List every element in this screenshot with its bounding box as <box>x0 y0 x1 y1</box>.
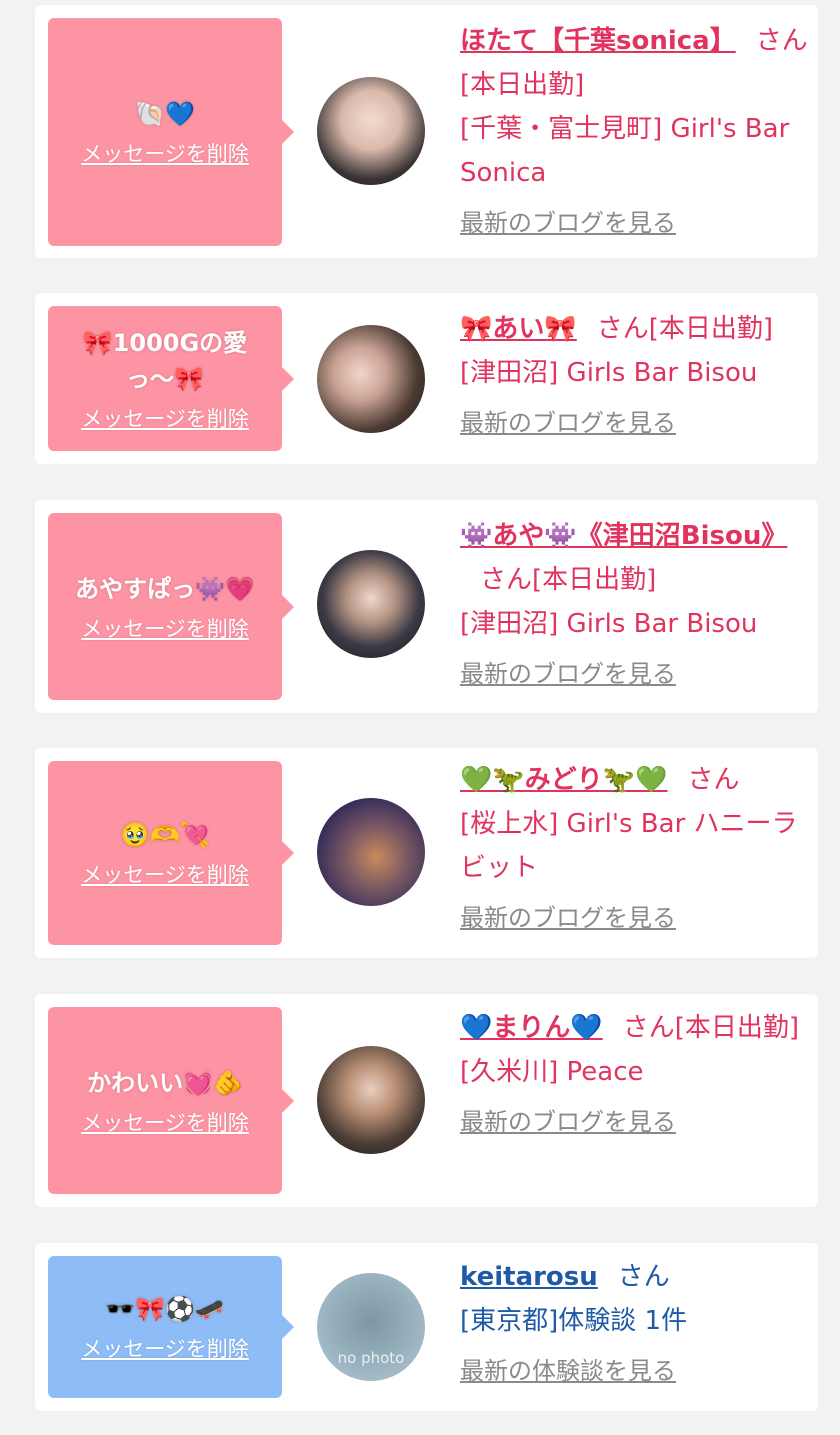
avatar[interactable] <box>317 798 425 906</box>
sender-info: keitarosu さん [東京都]体験談 1件 最新の体験談を見る <box>460 1255 810 1393</box>
latest-blog-link[interactable]: 最新のブログを見る <box>460 896 810 940</box>
message-card: かわいい💓🫵 メッセージを削除 💙まりん💙 さん[本日出勤] [久米川] Peac… <box>35 994 818 1207</box>
avatar[interactable] <box>317 77 425 185</box>
message-text: かわいい💓🫵 <box>87 1068 243 1097</box>
delete-message-link[interactable]: メッセージを削除 <box>81 859 249 889</box>
delete-message-link[interactable]: メッセージを削除 <box>81 1107 249 1137</box>
sender-suffix: さん <box>617 1262 670 1292</box>
shop-info: [桜上水] Girl's Bar ハニーラビット <box>460 809 798 883</box>
message-card: 🎀1000Gの愛っ〜🎀 メッセージを削除 🎀あい🎀 さん[本日出勤] [津田沼] … <box>35 293 818 464</box>
delete-message-link[interactable]: メッセージを削除 <box>81 613 249 643</box>
sender-suffix: さん[本日出勤] <box>596 314 774 344</box>
shop-info: [津田沼] Girls Bar Bisou <box>460 358 758 388</box>
sender-name-link[interactable]: keitarosu <box>460 1262 598 1292</box>
avatar[interactable]: no photo <box>317 1273 425 1381</box>
latest-blog-link[interactable]: 最新のブログを見る <box>460 1100 810 1144</box>
message-card: 🕶️🎀⚽🛹 メッセージを削除 no photo keitarosu さん [東京都… <box>35 1243 818 1411</box>
sender-name-link[interactable]: 👾あや👾《津田沼Bisou》 <box>460 521 787 551</box>
message-bubble: 🎀1000Gの愛っ〜🎀 メッセージを削除 <box>48 306 294 451</box>
message-text: 🕶️🎀⚽🛹 <box>105 1295 225 1323</box>
message-bubble: あやすぱっ👾💗 メッセージを削除 <box>48 513 294 700</box>
delete-message-link[interactable]: メッセージを削除 <box>81 403 249 433</box>
message-text: 🥹🫶💘 <box>120 821 210 849</box>
sender-suffix: さん[本日出勤] <box>480 565 657 595</box>
latest-blog-link[interactable]: 最新のブログを見る <box>460 201 810 245</box>
sender-info: ほたて【千葉sonica】 さん[本日出勤] [千葉・富士見町] Girl's B… <box>460 19 810 245</box>
sender-info: 💚🦖みどり🦖💚 さん [桜上水] Girl's Bar ハニーラビット 最新のブロ… <box>460 758 810 940</box>
shop-info: [久米川] Peace <box>460 1057 644 1087</box>
sender-info: 👾あや👾《津田沼Bisou》さん[本日出勤] [津田沼] Girls Bar B… <box>460 514 810 696</box>
sender-suffix: さん[本日出勤] <box>622 1013 800 1043</box>
avatar[interactable] <box>317 325 425 433</box>
delete-message-link[interactable]: メッセージを削除 <box>81 1333 249 1363</box>
sender-info: 💙まりん💙 さん[本日出勤] [久米川] Peace 最新のブログを見る <box>460 1006 810 1144</box>
message-card: 🐚💙 メッセージを削除 ほたて【千葉sonica】 さん[本日出勤] [千葉・富士… <box>35 5 818 258</box>
sender-suffix: さん <box>687 765 740 795</box>
avatar[interactable] <box>317 1046 425 1154</box>
message-card: あやすぱっ👾💗 メッセージを削除 👾あや👾《津田沼Bisou》さん[本日出勤] … <box>35 500 818 713</box>
shop-info: [津田沼] Girls Bar Bisou <box>460 609 758 639</box>
sender-name-link[interactable]: ほたて【千葉sonica】 <box>460 26 736 56</box>
message-bubble: 🕶️🎀⚽🛹 メッセージを削除 <box>48 1256 294 1398</box>
message-text: あやすぱっ👾💗 <box>75 574 255 603</box>
latest-review-link[interactable]: 最新の体験談を見る <box>460 1349 810 1393</box>
message-card: 🥹🫶💘 メッセージを削除 💚🦖みどり🦖💚 さん [桜上水] Girl's Bar … <box>35 748 818 958</box>
message-text: 🐚💙 <box>135 100 195 128</box>
shop-info: [東京都]体験談 1件 <box>460 1306 688 1336</box>
message-text: 🎀1000Gの愛っ〜🎀 <box>82 328 248 393</box>
latest-blog-link[interactable]: 最新のブログを見る <box>460 401 810 445</box>
delete-message-link[interactable]: メッセージを削除 <box>81 138 249 168</box>
message-bubble: 🐚💙 メッセージを削除 <box>48 18 294 246</box>
shop-info: [千葉・富士見町] Girl's Bar Sonica <box>460 114 790 188</box>
sender-name-link[interactable]: 💙まりん💙 <box>460 1013 603 1043</box>
no-photo-label: no photo <box>337 1349 405 1367</box>
avatar[interactable] <box>317 550 425 658</box>
message-bubble: 🥹🫶💘 メッセージを削除 <box>48 761 294 945</box>
sender-name-link[interactable]: 🎀あい🎀 <box>460 314 577 344</box>
sender-name-link[interactable]: 💚🦖みどり🦖💚 <box>460 765 668 795</box>
message-bubble: かわいい💓🫵 メッセージを削除 <box>48 1007 294 1194</box>
sender-info: 🎀あい🎀 さん[本日出勤] [津田沼] Girls Bar Bisou 最新のブロ… <box>460 307 810 445</box>
latest-blog-link[interactable]: 最新のブログを見る <box>460 652 810 696</box>
